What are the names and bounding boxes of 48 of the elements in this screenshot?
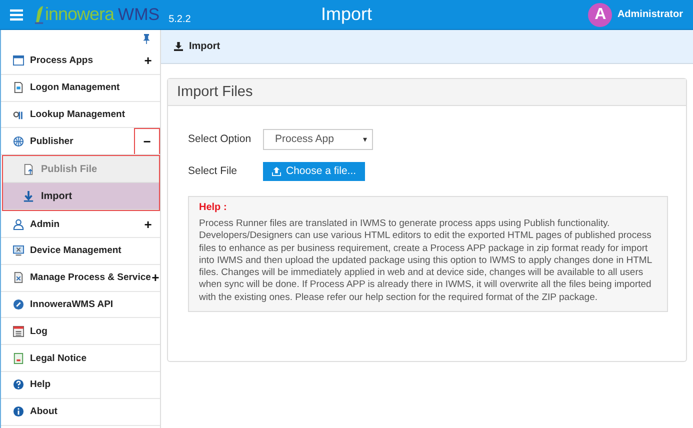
sidebar-item[interactable]: Logon Management bbox=[1, 74, 160, 101]
upload-icon bbox=[272, 166, 281, 176]
help-text: Process Runner files are translated in IWMS to generate process apps using Publish functionality. Developers/Designers can use various HTML editors to edit the exported HTML pages of published process files to enhance as per business requirement, create a Process APP package in zip format ready for import into IWMS and then upload the updated package using this option to IWMS to apply changes done in HTML files. Changes will be immediately applied in web and at device side, changes will be available to all users when sync will be done. If Process APP is already there in IWMS, it will overwrite all the files being imported with the existing ones. Please refer our help section for the required format of the ZIP package. bbox=[199, 218, 653, 304]
circle-icon bbox=[13, 298, 24, 310]
doc2-icon bbox=[13, 272, 24, 284]
user-avatar[interactable]: A bbox=[588, 2, 612, 26]
submenu-item[interactable]: Import bbox=[3, 183, 159, 210]
sidebar-item[interactable]: Device Management bbox=[1, 238, 160, 264]
help-icon bbox=[13, 379, 24, 390]
field-label: Select Option bbox=[188, 133, 252, 145]
sidebar-item[interactable]: About bbox=[1, 398, 160, 425]
pin-icon[interactable] bbox=[143, 34, 150, 44]
person-icon bbox=[13, 218, 24, 230]
document-icon bbox=[23, 164, 34, 175]
menu-icon[interactable] bbox=[10, 8, 23, 20]
breadcrumb-label: Import bbox=[189, 41, 220, 52]
sidebar-item[interactable]: Publisher bbox=[1, 128, 134, 154]
sidebar-item[interactable]: Admin bbox=[1, 211, 136, 237]
expand-toggle[interactable]: − bbox=[134, 128, 160, 154]
sidebar-item[interactable]: Manage Process & Service bbox=[1, 264, 151, 291]
help-title: Help : bbox=[199, 202, 228, 213]
version-label: 5.2.2 bbox=[168, 14, 191, 24]
sidebar-item[interactable]: Help bbox=[1, 372, 160, 398]
info-icon bbox=[13, 406, 24, 418]
legal-icon bbox=[13, 352, 24, 364]
monitor-icon bbox=[13, 245, 24, 256]
sidebar-item[interactable]: Process Apps bbox=[1, 48, 136, 74]
logo-product: WMS bbox=[118, 4, 160, 24]
page-title: Import bbox=[321, 4, 372, 25]
doc-icon bbox=[13, 82, 24, 94]
download-arrow-icon bbox=[23, 190, 34, 202]
sidebar-item[interactable]: Log bbox=[1, 318, 160, 344]
logo-text: innowera bbox=[45, 4, 114, 25]
field-label: Select File bbox=[188, 165, 238, 177]
expand-toggle[interactable]: + bbox=[150, 264, 160, 291]
sidebar-item[interactable]: Lookup Management bbox=[1, 102, 160, 128]
panel-title: Import Files bbox=[177, 84, 253, 100]
tool-icon bbox=[13, 108, 24, 120]
expand-toggle[interactable]: + bbox=[136, 211, 160, 237]
option-dropdown[interactable]: Process App ▾ bbox=[263, 128, 373, 150]
window-icon bbox=[13, 55, 24, 66]
expand-toggle[interactable]: + bbox=[136, 48, 160, 74]
sidebar-item[interactable]: Legal Notice bbox=[1, 345, 160, 371]
leaf-icon bbox=[35, 6, 44, 24]
sidebar-item[interactable]: InnoweraWMS API bbox=[1, 292, 160, 318]
download-icon bbox=[174, 42, 183, 51]
globe-icon bbox=[13, 136, 24, 147]
log-icon bbox=[13, 326, 24, 337]
